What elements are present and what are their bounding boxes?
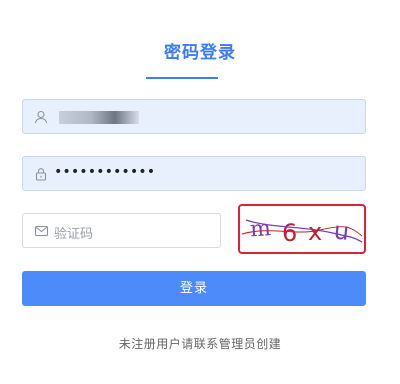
captcha-char-1: m [249,216,272,242]
password-field[interactable]: •••••••••••• [22,156,366,191]
username-value-redacted [59,111,139,124]
captcha-image[interactable]: m 6 x u [238,204,366,254]
tab-active-underline [146,77,218,79]
mail-icon [34,225,49,237]
captcha-graphic: m 6 x u [241,216,363,247]
password-value: •••••••••••• [54,164,156,180]
lock-icon [35,168,47,181]
captcha-char-4: u [332,216,350,245]
captcha-char-2: 6 [282,219,297,247]
captcha-input[interactable]: 验证码 [22,213,221,248]
tab-password-login[interactable]: 密码登录 [0,38,400,63]
username-field[interactable] [22,99,366,134]
user-icon [34,110,48,124]
login-button[interactable]: 登录 [22,271,366,306]
register-hint: 未注册用户请联系管理员创建 [118,337,282,351]
captcha-placeholder: 验证码 [54,227,94,242]
captcha-char-3: x [308,218,322,246]
